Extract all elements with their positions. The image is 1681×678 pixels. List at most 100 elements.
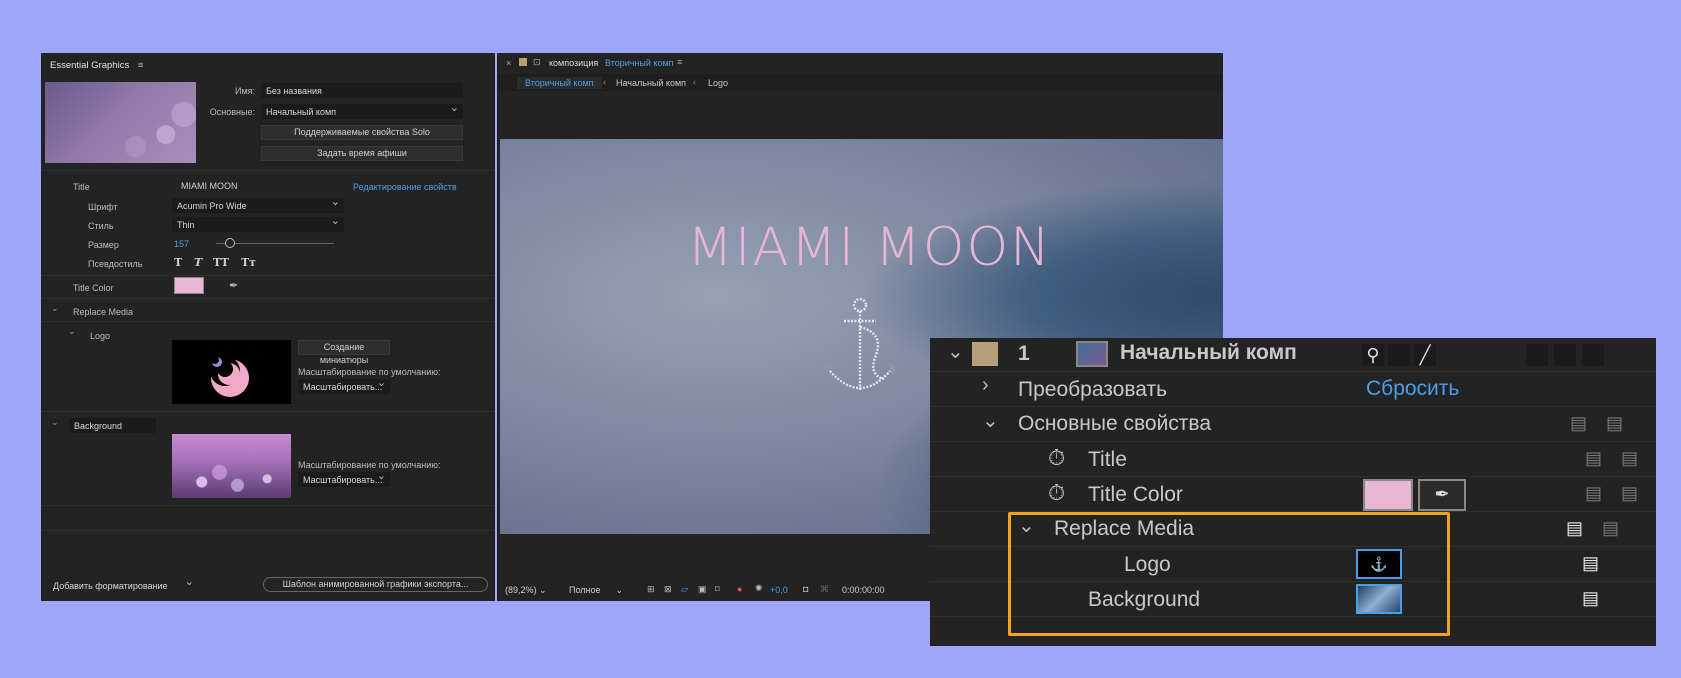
style-dropdown[interactable]: Thin [172,216,344,232]
solo-properties-button[interactable]: Поддерживаемые свойства Solo [261,125,463,140]
exposure-value[interactable]: +0,0 [770,585,788,595]
background-scale-dropdown[interactable]: Масштабировать... [298,471,390,487]
background-thumbnail[interactable] [172,434,291,498]
set-poster-time-button[interactable]: Задать время афиши [261,146,463,161]
timecode[interactable]: 0:00:00:00 [842,585,885,595]
breadcrumb-item-secondary[interactable]: Вторичный комп [517,77,602,89]
chevron-right-icon[interactable]: › [982,374,989,397]
film-up-icon[interactable]: ▤ [1621,448,1648,470]
film-down-icon[interactable]: ▤ [1566,518,1593,540]
title-property-label: Title [1088,448,1127,471]
film-up-icon[interactable]: ▤ [1621,483,1648,505]
guides-icon[interactable]: ⌑ [715,584,720,595]
precomp-icon [1076,341,1108,367]
transform-row[interactable]: › Преобразовать Сбросить [930,372,1656,407]
add-formatting-dropdown[interactable]: Добавить форматирование [48,577,198,593]
title-color-label: Title Color [1088,483,1183,506]
essential-properties-label: Основные свойства [1018,412,1212,435]
stopwatch-icon[interactable]: ⏱ [1048,480,1065,506]
tab-menu-icon[interactable]: ≡ [677,57,682,67]
chevron-down-icon[interactable]: ⌄ [51,417,59,428]
show-snapshot-icon[interactable]: ⌘ [820,584,829,595]
chevron-left-icon: ‹ [603,77,606,87]
stopwatch-icon[interactable]: ⏱ [1048,445,1065,471]
chevron-down-icon[interactable]: ⌄ [947,339,964,364]
logo-thumbnail[interactable] [172,340,291,404]
film-up-icon[interactable]: ▤ [1606,413,1633,435]
tab-label[interactable]: композиция [549,58,598,68]
chevron-down-icon[interactable]: ⌄ [51,303,59,314]
eyedropper-icon[interactable]: ✒ [229,279,238,292]
size-value[interactable]: 157 [174,239,189,249]
replace-media-label: Replace Media [73,307,134,317]
switch-box-2[interactable] [1554,344,1576,366]
logo-label: Logo [90,331,111,341]
name-field[interactable]: Без названия [261,83,463,98]
title-color-swatch[interactable] [174,277,204,294]
mask-visibility-icon[interactable]: ▣ [698,584,707,595]
film-down-icon[interactable]: ▤ [1582,588,1609,610]
logo-scale-dropdown[interactable]: Масштабировать... [298,378,390,394]
shy-icon[interactable]: ⚲ [1362,344,1384,366]
toggle-transparency-icon[interactable]: ⊠ [664,584,672,595]
small-caps-button[interactable]: Tт [241,256,256,269]
bold-button[interactable]: T [174,256,182,269]
zoom-dropdown[interactable]: (89,2%) ⌄ [505,585,547,596]
fx-switch[interactable] [1388,344,1410,366]
tab-comp-name[interactable]: Вторичный комп [605,58,674,68]
resolution-dropdown[interactable]: Полное ⌄ [569,585,623,596]
film-down-icon[interactable]: ▤ [1585,483,1612,505]
breadcrumb-item-logo[interactable]: Logo [708,78,728,88]
exposure-icon[interactable]: ✺ [755,583,763,594]
breadcrumb-item-initial[interactable]: Начальный комп [616,78,686,88]
export-mogrt-button[interactable]: Шаблон анимированной графики экспорта... [263,577,488,592]
faux-style-label: Псевдостиль [88,259,143,269]
film-up-icon[interactable]: ▤ [1602,518,1629,540]
switch-box-3[interactable] [1582,344,1604,366]
moon-logo-icon [210,356,249,397]
title-color-label: Title Color [73,283,114,293]
lock-icon[interactable]: ⊡ [533,57,541,68]
font-label: Шрифт [88,202,118,212]
title-property-row[interactable]: ⏱ Title ▤ ▤ [930,442,1656,477]
film-down-icon[interactable]: ▤ [1570,413,1597,435]
grid-icon[interactable]: ⊞ [647,584,655,595]
snapshot-icon[interactable]: ◘ [803,584,808,594]
anchor-icon [824,297,896,391]
film-down-icon[interactable]: ▤ [1582,553,1609,575]
layer-name[interactable]: Начальный комп [1120,341,1297,365]
layer-row[interactable]: ⌄ 1 Начальный комп ⚲ ╱ [930,338,1656,372]
chevron-down-icon[interactable]: ⌄ [68,326,76,337]
chevron-down-icon[interactable]: ⌄ [982,408,999,433]
transform-label: Преобразовать [1018,378,1168,401]
size-slider-handle[interactable] [225,238,235,248]
layer-number: 1 [1018,342,1030,365]
background-name-field[interactable]: Background [69,418,156,433]
essential-properties-row[interactable]: ⌄ Основные свойства ▤ ▤ [930,407,1656,442]
switch-box-1[interactable] [1526,344,1548,366]
poster-thumbnail [45,82,196,163]
layer-label-color[interactable] [972,342,998,366]
close-icon[interactable]: × [506,58,511,68]
breadcrumb: Вторичный комп ‹ Начальный комп ‹ Logo [497,74,1223,91]
region-of-interest-icon[interactable]: ▱ [681,584,688,595]
master-comp-dropdown[interactable]: Начальный комп [261,103,463,119]
title-color-swatch[interactable] [1363,479,1413,511]
font-dropdown[interactable]: Acumin Pro Wide [172,197,344,213]
italic-button[interactable]: T [194,256,202,269]
scale-default-label: Масштабирование по умолчанию: [298,367,441,377]
name-label: Имя: [234,86,255,96]
master-label: Основные: [209,107,255,117]
panel-menu-icon[interactable]: ≡ [138,60,144,71]
title-color-row[interactable]: ⏱ Title Color ✒ ▤ ▤ [930,477,1656,512]
create-thumbnail-button[interactable]: Создание миниатюры [298,340,390,365]
zoom-value: (89,2%) [505,585,537,595]
all-caps-button[interactable]: TT [213,256,229,269]
edit-properties-link[interactable]: Редактирование свойств [353,182,457,192]
eyedropper-icon[interactable]: ✒ [1418,479,1466,511]
quality-slash-icon[interactable]: ╱ [1414,344,1436,366]
film-down-icon[interactable]: ▤ [1585,448,1612,470]
reset-link[interactable]: Сбросить [1366,377,1459,401]
channels-icon[interactable]: ● [737,584,742,594]
title-row-value[interactable]: MIAMI MOON [181,181,238,191]
